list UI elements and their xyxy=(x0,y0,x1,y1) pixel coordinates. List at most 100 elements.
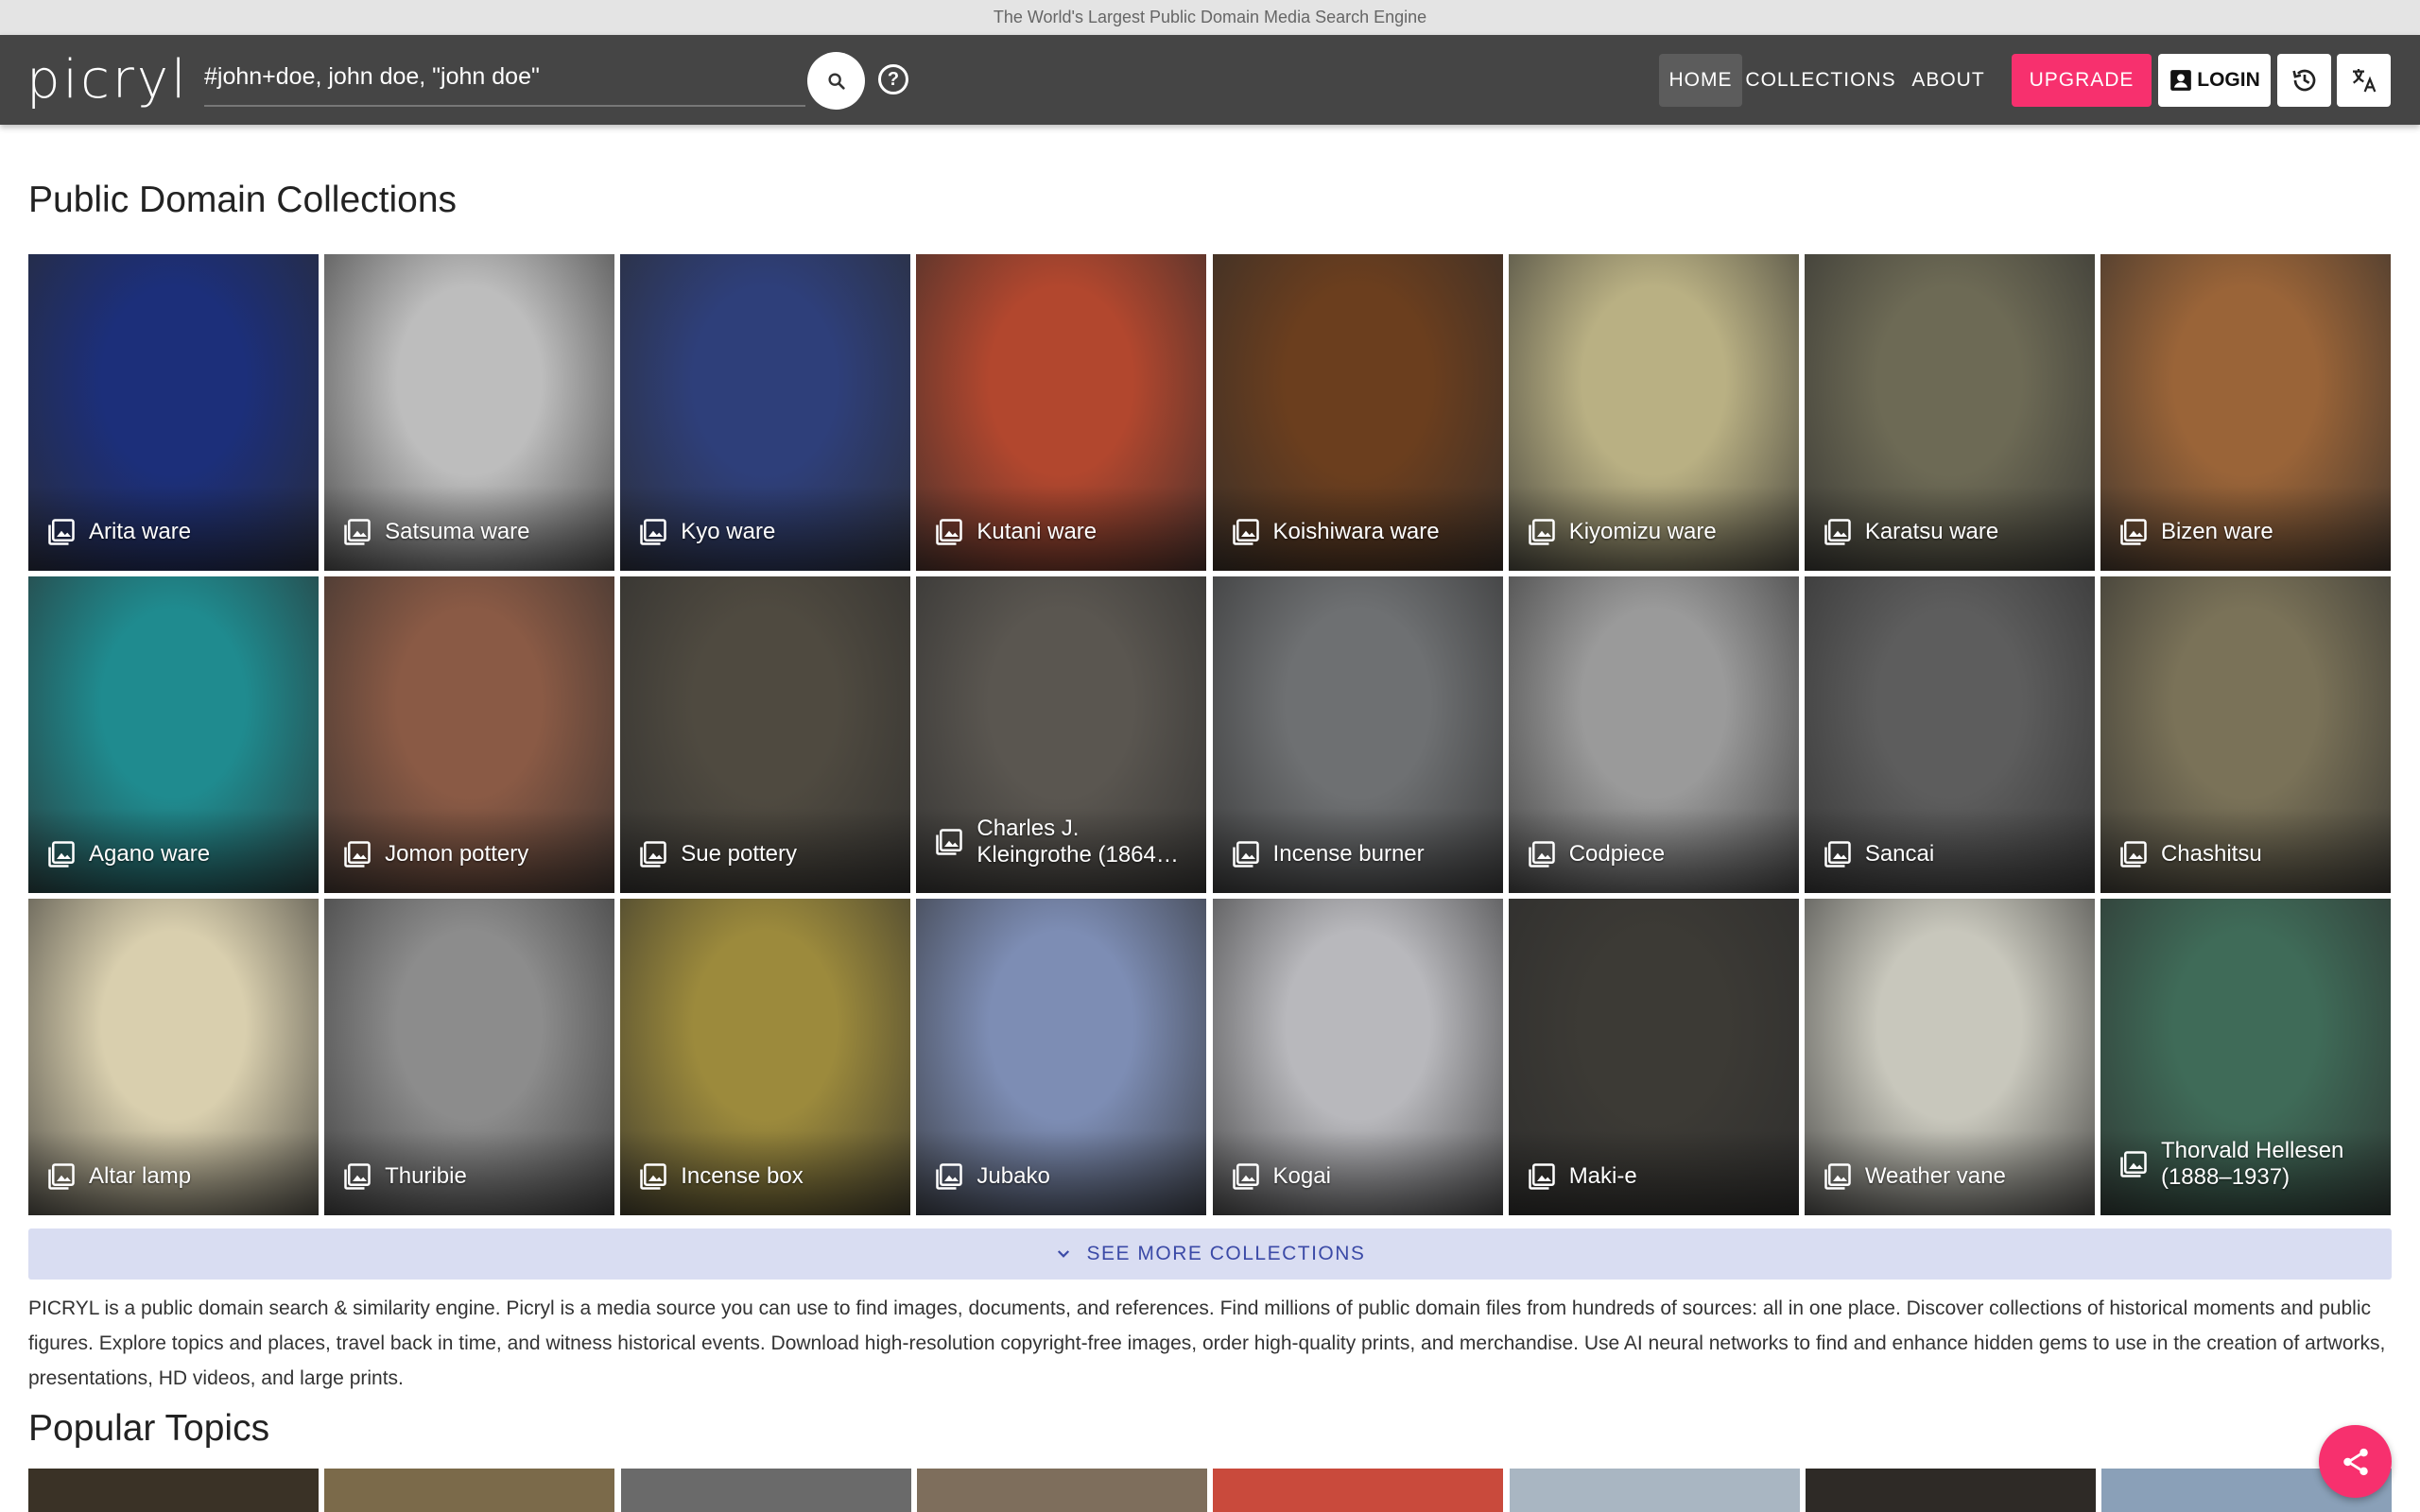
collection-tile[interactable]: Bizen ware xyxy=(2100,254,2391,571)
upgrade-button[interactable]: UPGRADE xyxy=(2012,54,2152,107)
share-icon xyxy=(2342,1448,2368,1475)
top-banner: The World's Largest Public Domain Media … xyxy=(0,0,2420,35)
tile-caption: Karatsu ware xyxy=(1824,518,2085,546)
tile-label: Thorvald Hellesen (1888–1937) xyxy=(2160,1138,2344,1190)
image-icon xyxy=(1824,841,1851,868)
image-icon xyxy=(1824,519,1851,545)
collection-tile[interactable]: Kiyomizu ware xyxy=(1508,254,1799,571)
collection-tile[interactable]: Karatsu ware xyxy=(1804,254,2095,571)
collection-tile[interactable]: Sancai xyxy=(1804,576,2095,893)
site-description: PICRYL is a public domain search & simil… xyxy=(28,1297,2386,1389)
tile-label: Kiyomizu ware xyxy=(1568,519,1717,544)
help-icon[interactable]: ? xyxy=(878,64,908,94)
tile-caption: Bizen ware xyxy=(2119,518,2381,546)
image-icon xyxy=(936,519,963,545)
see-more-collections-button[interactable]: SEE MORE COLLECTIONS xyxy=(28,1228,2392,1280)
image-icon xyxy=(1528,1163,1555,1190)
image-icon xyxy=(344,519,371,545)
tile-label: Incense burner xyxy=(1272,841,1425,867)
logo[interactable]: picryl xyxy=(26,52,189,109)
tile-label: Incense box xyxy=(681,1163,804,1189)
topic-tile[interactable] xyxy=(1213,1469,1504,1512)
search-icon xyxy=(827,72,845,90)
collection-tile[interactable]: Satsuma ware xyxy=(324,254,615,571)
topic-tile[interactable] xyxy=(28,1469,319,1512)
header: picryl ? HOME COLLECTIONS ABOUT UPGRADE … xyxy=(0,35,2420,125)
language-button[interactable] xyxy=(2337,54,2391,107)
tile-label: Kogai xyxy=(1272,1163,1331,1189)
image-icon xyxy=(1528,841,1555,868)
topics-row xyxy=(28,1469,2392,1512)
tile-caption: Kutani ware xyxy=(935,518,1197,546)
collection-tile[interactable]: Kutani ware xyxy=(916,254,1207,571)
collection-tile[interactable]: Thuribie xyxy=(324,899,615,1215)
topic-tile[interactable] xyxy=(916,1469,1207,1512)
image-icon xyxy=(1232,1163,1259,1190)
nav-collections[interactable]: COLLECTIONS xyxy=(1745,54,1894,107)
translate-icon xyxy=(2352,69,2376,93)
collection-tile[interactable]: Jubako xyxy=(916,899,1207,1215)
image-icon xyxy=(1824,1163,1851,1190)
tile-label: Kyo ware xyxy=(681,519,776,544)
image-icon xyxy=(1232,841,1259,868)
history-icon xyxy=(2291,69,2315,92)
tile-label: Altar lamp xyxy=(89,1163,192,1189)
collection-tile[interactable]: Incense burner xyxy=(1212,576,1503,893)
collection-tile[interactable]: Kogai xyxy=(1212,899,1503,1215)
nav-home[interactable]: HOME xyxy=(1659,54,1742,107)
collection-tile[interactable]: Kyo ware xyxy=(620,254,911,571)
topic-tile[interactable] xyxy=(324,1469,615,1512)
tile-label: Maki-e xyxy=(1568,1163,1637,1189)
share-button[interactable] xyxy=(2319,1425,2392,1498)
tile-label: Satsuma ware xyxy=(385,519,530,544)
image-icon xyxy=(48,841,75,868)
tile-caption: Kiyomizu ware xyxy=(1528,518,1789,546)
topics-title: Popular Topics xyxy=(28,1408,270,1449)
tile-caption: Sancai xyxy=(1824,840,2085,868)
see-more-label: SEE MORE COLLECTIONS xyxy=(1086,1243,1366,1264)
image-icon xyxy=(640,519,667,545)
history-button[interactable] xyxy=(2277,54,2331,107)
image-icon xyxy=(936,829,963,855)
tile-label: Karatsu ware xyxy=(1864,519,1999,544)
tile-label: Sancai xyxy=(1864,841,1935,867)
collection-tile[interactable]: Arita ware xyxy=(28,254,319,571)
tile-caption: Arita ware xyxy=(47,518,309,546)
tile-caption: Jubako xyxy=(935,1162,1197,1191)
search-field xyxy=(204,50,805,107)
collection-tile[interactable]: Codpiece xyxy=(1508,576,1799,893)
login-button[interactable]: LOGIN xyxy=(2158,54,2271,107)
tile-label: Kutani ware xyxy=(977,519,1098,544)
tile-caption: Weather vane xyxy=(1824,1162,2085,1191)
tile-label: Codpiece xyxy=(1568,841,1666,867)
collection-tile[interactable]: Weather vane xyxy=(1804,899,2095,1215)
search-input[interactable] xyxy=(204,50,805,103)
collection-tile[interactable]: Koishiwara ware xyxy=(1212,254,1503,571)
tile-caption: Incense burner xyxy=(1232,840,1494,868)
topic-tile[interactable] xyxy=(1509,1469,1800,1512)
collection-tile[interactable]: Chashitsu xyxy=(2100,576,2391,893)
image-icon xyxy=(640,1163,667,1190)
collection-tile[interactable]: Thorvald Hellesen (1888–1937) xyxy=(2100,899,2391,1215)
tile-label: Arita ware xyxy=(89,519,192,544)
tile-label: Charles J. Kleingrothe (1864… xyxy=(977,816,1179,868)
image-icon xyxy=(1232,519,1259,545)
image-icon xyxy=(936,1163,963,1190)
collection-tile[interactable]: Charles J. Kleingrothe (1864… xyxy=(916,576,1207,893)
tile-caption: Koishiwara ware xyxy=(1232,518,1494,546)
search-button[interactable] xyxy=(807,52,865,110)
tile-label: Jomon pottery xyxy=(385,841,529,867)
collection-tile[interactable]: Sue pottery xyxy=(620,576,911,893)
collection-tile[interactable]: Incense box xyxy=(620,899,911,1215)
image-icon xyxy=(2120,1151,2147,1177)
collection-tile[interactable]: Agano ware xyxy=(28,576,319,893)
image-icon xyxy=(48,1163,75,1190)
topic-tile[interactable] xyxy=(620,1469,911,1512)
tile-label: Thuribie xyxy=(385,1163,467,1189)
topic-tile[interactable] xyxy=(1805,1469,2096,1512)
collection-tile[interactable]: Maki-e xyxy=(1508,899,1799,1215)
collection-tile[interactable]: Altar lamp xyxy=(28,899,319,1215)
collection-tile[interactable]: Jomon pottery xyxy=(324,576,615,893)
collections-grid: Arita ware Satsuma ware Kyo ware Kutani war… xyxy=(28,254,2392,1215)
nav-about[interactable]: ABOUT xyxy=(1906,54,1991,107)
